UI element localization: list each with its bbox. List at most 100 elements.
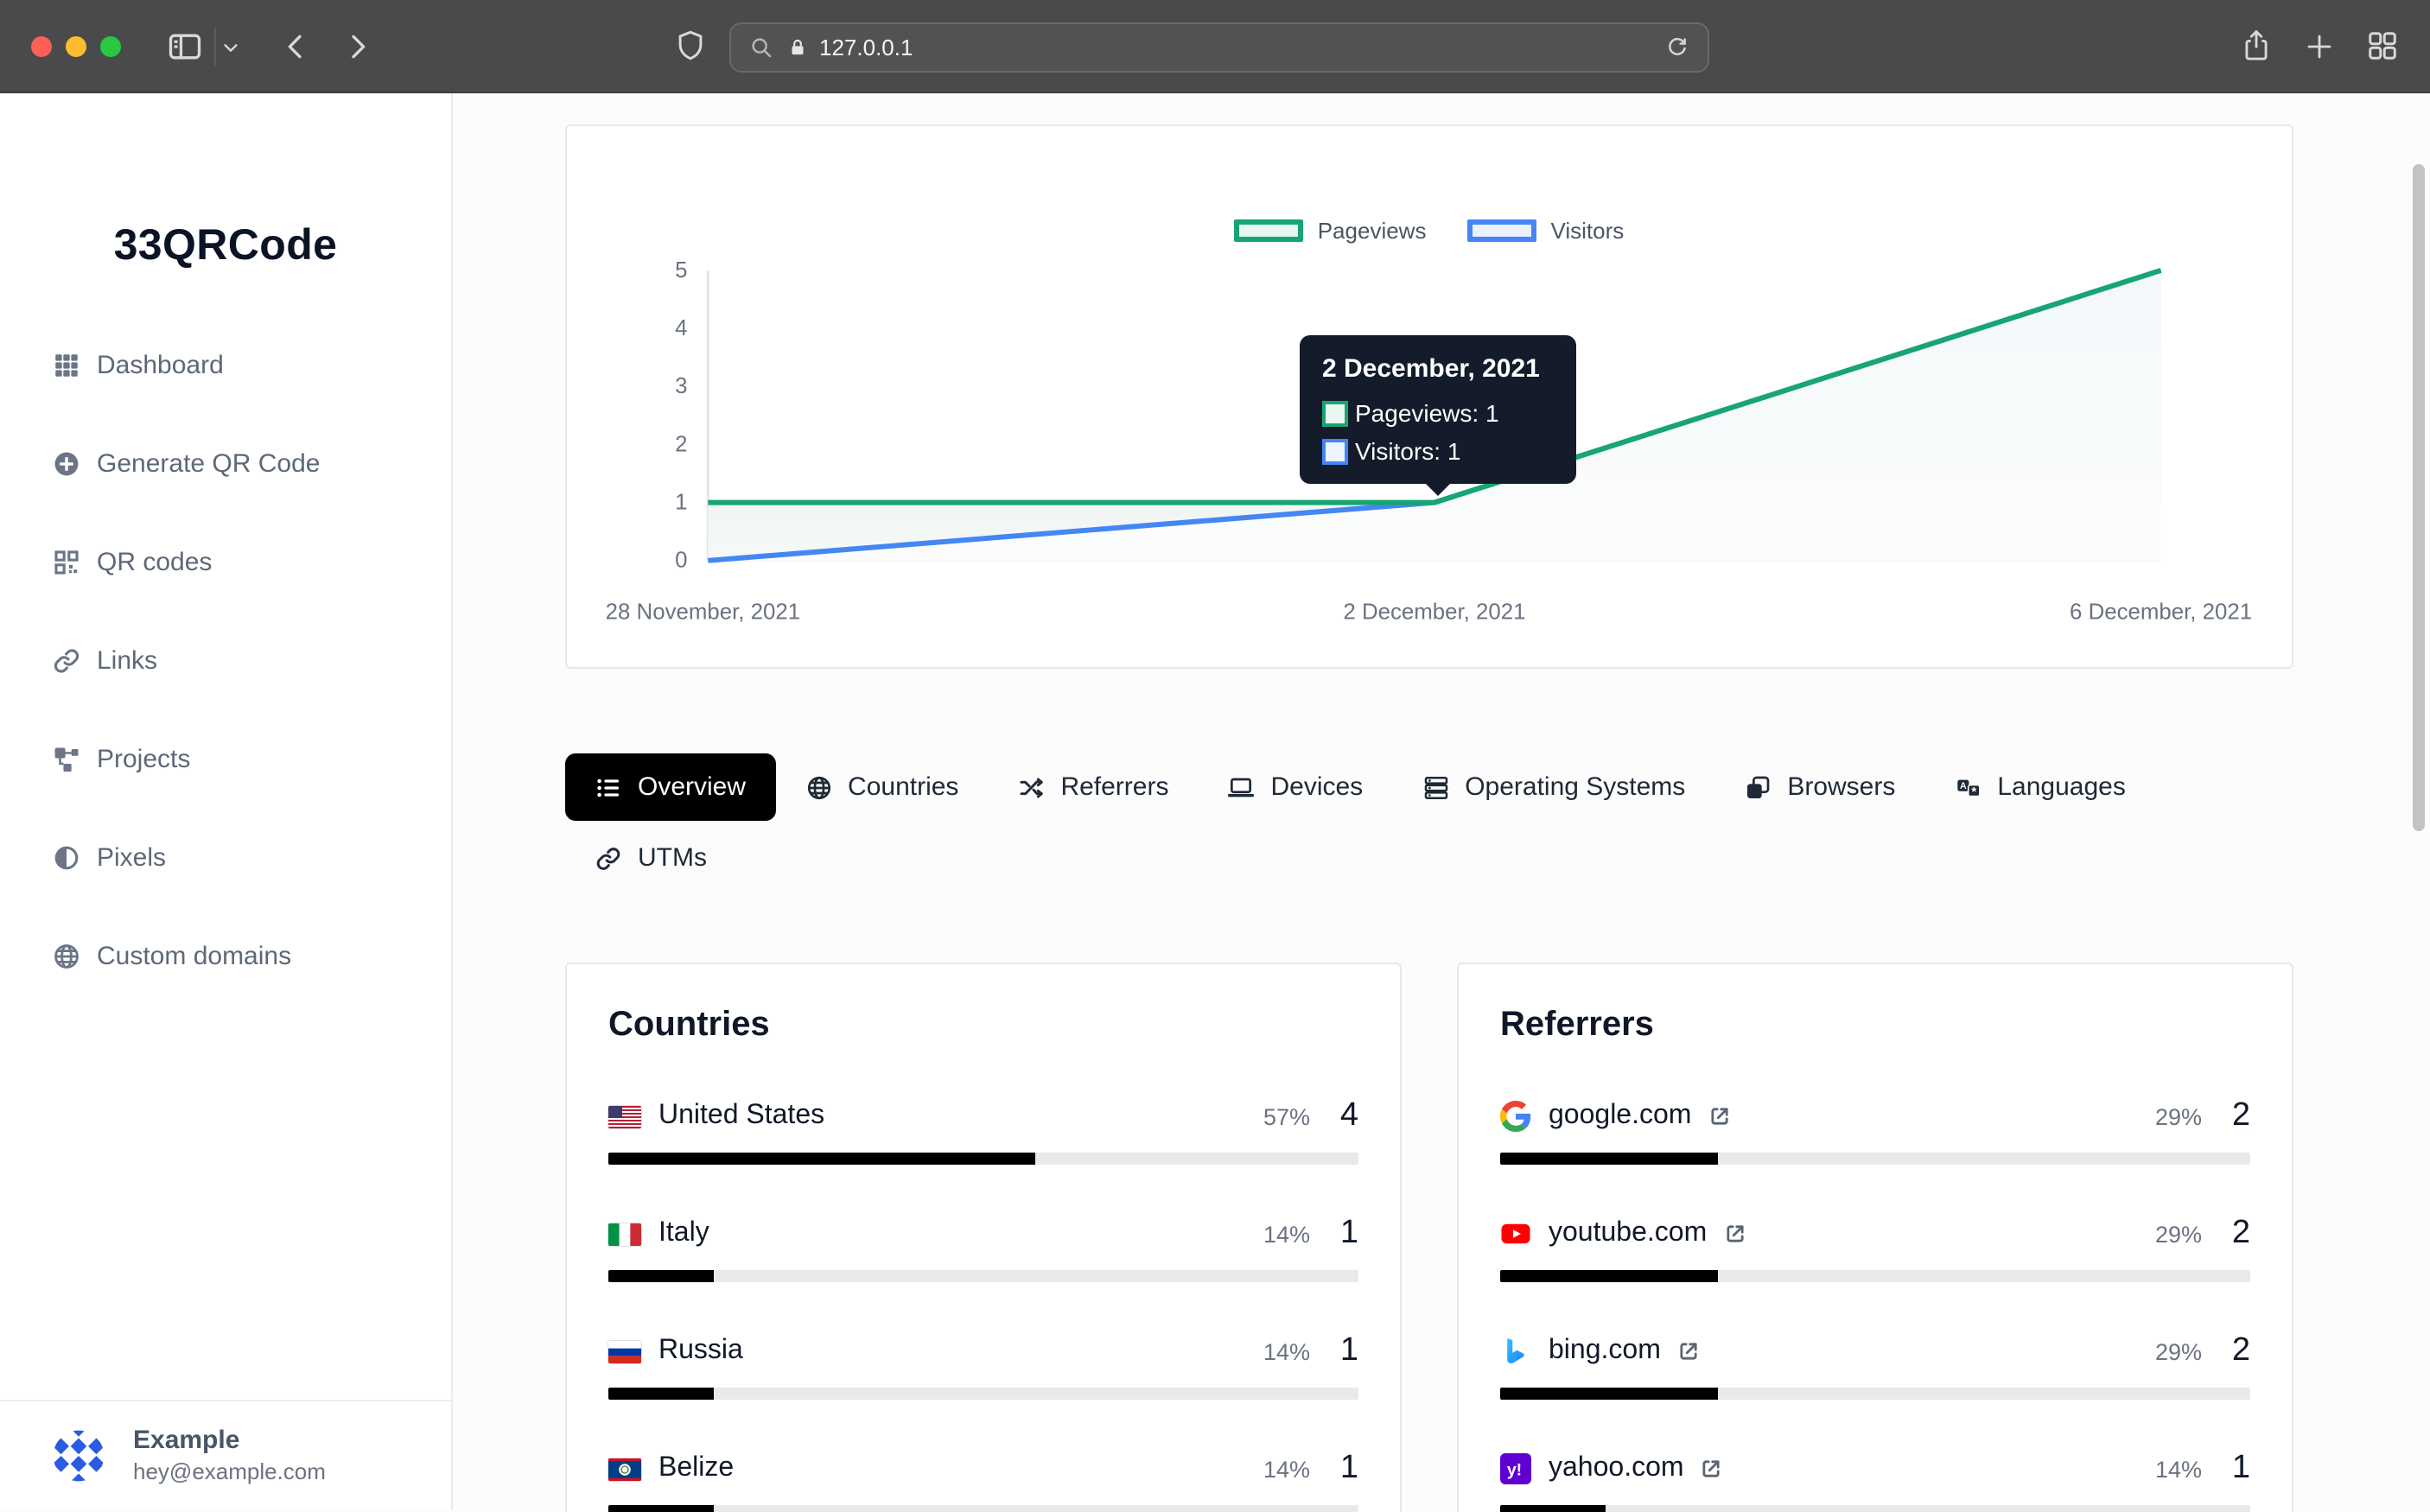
app-window-icon — [1744, 773, 1772, 801]
x-label: 2 December, 2021 — [1343, 600, 1525, 624]
sidebar-toggle-icon[interactable] — [166, 28, 204, 66]
new-tab-icon[interactable] — [2304, 31, 2335, 62]
address-bar[interactable]: 127.0.0.1 — [729, 22, 1709, 73]
pageviews-swatch — [1235, 219, 1304, 242]
user-email: hey@example.com — [133, 1457, 326, 1486]
tab-languages[interactable]: A * Languages — [1924, 753, 2155, 821]
referrer-count: 2 — [2230, 1332, 2250, 1370]
progress-fill — [1500, 1270, 1718, 1282]
country-name: Italy — [658, 1218, 709, 1249]
app-logo[interactable]: 33QRCode — [0, 221, 451, 271]
traffic-chart-card: Pageviews Visitors — [565, 124, 2293, 669]
sidebar-item-pixels[interactable]: Pixels — [0, 823, 451, 892]
tab-overview[interactable]: Overview — [565, 753, 775, 821]
tab-browsers[interactable]: Browsers — [1714, 753, 1924, 821]
link-icon — [52, 645, 81, 675]
legend-item-pageviews[interactable]: Pageviews — [1235, 218, 1427, 244]
country-pct: 14% — [1263, 1221, 1310, 1247]
zoom-window-button[interactable] — [100, 36, 121, 57]
referrer-count: 2 — [2230, 1215, 2250, 1253]
country-row-italy: Italy 14% 1 — [608, 1215, 1358, 1282]
chevron-down-icon[interactable] — [221, 38, 240, 57]
avatar — [52, 1429, 105, 1483]
forward-icon[interactable] — [340, 29, 375, 64]
country-name: Belize — [658, 1453, 734, 1484]
user-account[interactable]: Example hey@example.com — [0, 1400, 451, 1510]
globe-icon — [805, 773, 832, 801]
window-controls — [31, 36, 121, 57]
country-count: 1 — [1338, 1450, 1358, 1488]
stats-cards: Countries United States — [565, 962, 2293, 1512]
tab-countries[interactable]: Countries — [775, 753, 988, 821]
privacy-shield-icon[interactable] — [672, 28, 709, 64]
tooltip-row-visitors: Visitors: 1 — [1322, 437, 1554, 465]
sidebar-item-links[interactable]: Links — [0, 626, 451, 695]
back-icon[interactable] — [278, 29, 313, 64]
svg-text:A: A — [1959, 780, 1966, 791]
referrers-card: Referrers google.com — [1457, 962, 2293, 1512]
country-row-united-states: United States 57% 4 — [608, 1097, 1358, 1165]
progress-track — [608, 1505, 1358, 1512]
referrer-count: 1 — [2230, 1450, 2250, 1488]
close-window-button[interactable] — [31, 36, 52, 57]
app-window: 127.0.0.1 33QRCode — [0, 0, 2430, 1512]
sidebar-item-label: Pixels — [97, 842, 166, 872]
progress-track — [1500, 1505, 2250, 1512]
reload-icon[interactable] — [1664, 35, 1690, 60]
sidebar-item-label: Generate QR Code — [97, 448, 321, 478]
progress-fill — [608, 1505, 714, 1512]
visitors-swatch — [1467, 219, 1536, 242]
progress-track — [608, 1153, 1358, 1165]
card-title: Countries — [608, 1006, 1358, 1045]
external-link-icon[interactable] — [1676, 1339, 1701, 1363]
legend-item-visitors[interactable]: Visitors — [1467, 218, 1624, 244]
plus-circle-icon — [52, 448, 81, 478]
referrer-name: yahoo.com — [1549, 1453, 1684, 1484]
half-circle-icon — [52, 842, 81, 872]
analytics-tabs: Overview Countries Ref — [565, 753, 2293, 892]
server-icon — [1422, 773, 1449, 801]
shuffle-icon — [1017, 773, 1045, 801]
tab-overview-icon[interactable] — [2366, 29, 2399, 62]
toolbar-divider — [214, 28, 216, 66]
countries-card: Countries United States — [565, 962, 1402, 1512]
link-icon — [595, 844, 622, 872]
minimize-window-button[interactable] — [66, 36, 86, 57]
external-link-icon[interactable] — [1722, 1222, 1746, 1246]
sidebar-item-qr-codes[interactable]: QR codes — [0, 527, 451, 596]
progress-track — [1500, 1388, 2250, 1400]
lock-icon — [786, 36, 809, 59]
sidebar-item-projects[interactable]: Projects — [0, 724, 451, 793]
pageviews-swatch — [1322, 400, 1348, 426]
external-link-icon[interactable] — [1707, 1104, 1731, 1128]
external-link-icon[interactable] — [1700, 1457, 1724, 1481]
tab-referrers[interactable]: Referrers — [988, 753, 1198, 821]
referrer-pct: 14% — [2155, 1456, 2202, 1482]
sidebar-nav: Dashboard Generate QR Code — [0, 330, 451, 990]
tab-devices[interactable]: Devices — [1198, 753, 1392, 821]
tab-utms[interactable]: UTMs — [565, 824, 736, 892]
sidebar-item-generate-qr-code[interactable]: Generate QR Code — [0, 429, 451, 498]
list-icon — [595, 773, 622, 801]
sidebar-item-label: Custom domains — [97, 941, 291, 970]
flag-russia-icon — [608, 1340, 641, 1363]
progress-fill — [608, 1153, 1036, 1165]
progress-fill — [608, 1270, 714, 1282]
referrer-row-google: google.com 29% 2 — [1500, 1097, 2250, 1165]
country-name: Russia — [658, 1336, 743, 1367]
progress-track — [1500, 1270, 2250, 1282]
country-pct: 14% — [1263, 1456, 1310, 1482]
laptop-icon — [1227, 773, 1255, 801]
referrer-pct: 29% — [2155, 1221, 2202, 1247]
svg-text:y!: y! — [1507, 1461, 1522, 1480]
chart-legend: Pageviews Visitors — [567, 218, 2292, 244]
scrollbar-thumb[interactable] — [2413, 164, 2425, 831]
y-tick: 5 — [675, 258, 687, 283]
sidebar-item-dashboard[interactable]: Dashboard — [0, 330, 451, 399]
country-row-belize: Belize 14% 1 — [608, 1450, 1358, 1512]
share-icon[interactable] — [2240, 28, 2273, 64]
tab-operating-systems[interactable]: Operating Systems — [1392, 753, 1714, 821]
main-content: Pageviews Visitors — [453, 93, 2430, 1510]
flag-italy-icon — [608, 1223, 641, 1245]
sidebar-item-custom-domains[interactable]: Custom domains — [0, 921, 451, 990]
